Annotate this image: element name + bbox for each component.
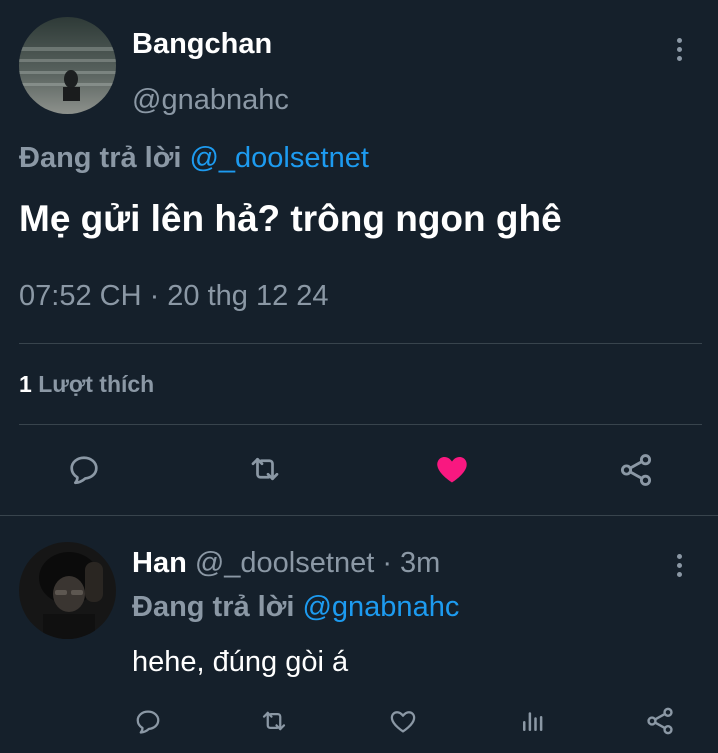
divider: [19, 343, 702, 344]
reply-replying-to-mention[interactable]: @gnabnahc: [302, 591, 459, 623]
more-options-icon[interactable]: [677, 38, 683, 61]
reply-handle[interactable]: @_doolsetnet: [195, 547, 374, 579]
reply-replying-to-prefix: Đang trả lời: [132, 591, 295, 623]
reply-header: Han @_doolsetnet · 3m: [132, 547, 440, 580]
author-display-name[interactable]: Bangchan: [132, 28, 272, 61]
retweet-icon[interactable]: [246, 451, 284, 487]
reply-retweet-icon[interactable]: [258, 706, 290, 736]
reply-like-icon[interactable]: [388, 706, 418, 736]
reply-time[interactable]: · 3m: [382, 547, 440, 579]
tweet-timestamp[interactable]: 07:52 CH · 20 thg 12 24: [19, 280, 329, 313]
replying-to-prefix: Đang trả lời: [19, 142, 182, 174]
reply-author-avatar[interactable]: [19, 542, 116, 639]
author-avatar[interactable]: [19, 17, 116, 114]
like-count-row[interactable]: 1 Lượt thích: [19, 371, 154, 398]
tweet-text: Mẹ gửi lên hả? trông ngon ghê: [19, 198, 562, 239]
reply-icon[interactable]: [66, 451, 102, 487]
replying-to-line: Đang trả lời @_doolsetnet: [19, 142, 369, 175]
reply-share-icon[interactable]: [644, 705, 676, 737]
like-count: 1: [19, 371, 32, 397]
reply-replying-to-line: Đang trả lời @gnabnahc: [132, 591, 459, 624]
avatar-photo: [19, 17, 116, 114]
reply-analytics-icon[interactable]: [518, 706, 548, 736]
divider: [19, 424, 702, 425]
author-handle[interactable]: @gnabnahc: [132, 84, 289, 117]
reply-reply-icon[interactable]: [133, 706, 163, 736]
reply-text: hehe, đúng gòi á: [132, 646, 349, 678]
share-icon[interactable]: [617, 451, 655, 489]
section-divider: [0, 515, 718, 516]
replying-to-mention[interactable]: @_doolsetnet: [189, 142, 368, 174]
like-count-label: Lượt thích: [38, 371, 155, 397]
reply-display-name[interactable]: Han: [132, 547, 187, 579]
avatar-photo: [19, 542, 116, 639]
like-heart-icon[interactable]: [433, 451, 471, 487]
reply-more-options-icon[interactable]: [677, 554, 683, 577]
